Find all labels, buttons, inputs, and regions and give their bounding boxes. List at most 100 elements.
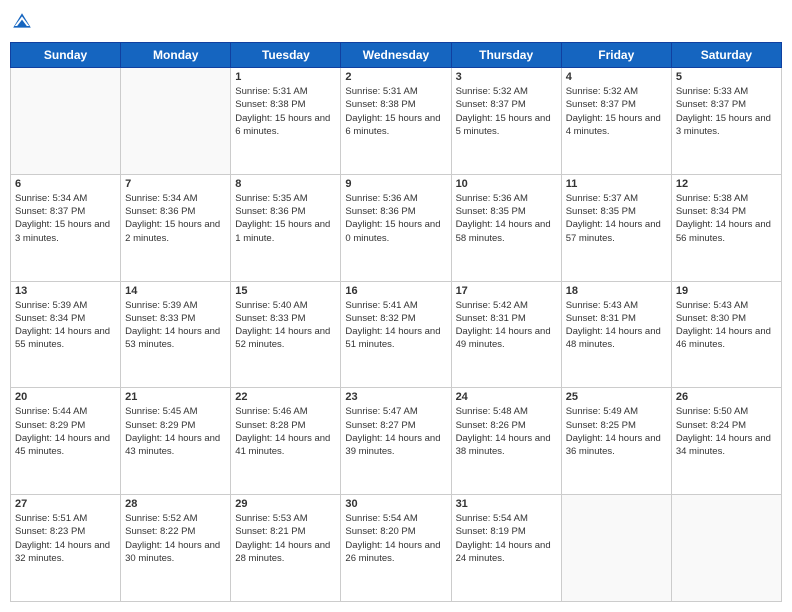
- day-number: 14: [125, 285, 226, 297]
- day-number: 8: [235, 178, 336, 190]
- calendar-cell: 7 Sunrise: 5:34 AMSunset: 8:36 PMDaylight…: [121, 174, 231, 281]
- day-number: 22: [235, 391, 336, 403]
- day-number: 4: [566, 71, 667, 83]
- calendar-cell: 25 Sunrise: 5:49 AMSunset: 8:25 PMDayligh…: [561, 388, 671, 495]
- cell-content: Sunrise: 5:34 AMSunset: 8:36 PMDaylight:…: [125, 192, 226, 245]
- calendar-cell: 22 Sunrise: 5:46 AMSunset: 8:28 PMDayligh…: [231, 388, 341, 495]
- day-number: 26: [676, 391, 777, 403]
- cell-content: Sunrise: 5:32 AMSunset: 8:37 PMDaylight:…: [456, 85, 557, 138]
- cell-content: Sunrise: 5:36 AMSunset: 8:36 PMDaylight:…: [345, 192, 446, 245]
- calendar-cell: 11 Sunrise: 5:37 AMSunset: 8:35 PMDayligh…: [561, 174, 671, 281]
- cell-content: Sunrise: 5:36 AMSunset: 8:35 PMDaylight:…: [456, 192, 557, 245]
- day-number: 11: [566, 178, 667, 190]
- cell-content: Sunrise: 5:44 AMSunset: 8:29 PMDaylight:…: [15, 405, 116, 458]
- day-number: 20: [15, 391, 116, 403]
- weekday-header-friday: Friday: [561, 43, 671, 68]
- cell-content: Sunrise: 5:54 AMSunset: 8:20 PMDaylight:…: [345, 512, 446, 565]
- cell-content: Sunrise: 5:32 AMSunset: 8:37 PMDaylight:…: [566, 85, 667, 138]
- cell-content: Sunrise: 5:45 AMSunset: 8:29 PMDaylight:…: [125, 405, 226, 458]
- day-number: 7: [125, 178, 226, 190]
- cell-content: Sunrise: 5:34 AMSunset: 8:37 PMDaylight:…: [15, 192, 116, 245]
- cell-content: Sunrise: 5:39 AMSunset: 8:34 PMDaylight:…: [15, 299, 116, 352]
- calendar-cell: 17 Sunrise: 5:42 AMSunset: 8:31 PMDayligh…: [451, 281, 561, 388]
- calendar-cell: 29 Sunrise: 5:53 AMSunset: 8:21 PMDayligh…: [231, 495, 341, 602]
- calendar-cell: 18 Sunrise: 5:43 AMSunset: 8:31 PMDayligh…: [561, 281, 671, 388]
- calendar-cell: 6 Sunrise: 5:34 AMSunset: 8:37 PMDaylight…: [11, 174, 121, 281]
- day-number: 5: [676, 71, 777, 83]
- calendar-cell: 5 Sunrise: 5:33 AMSunset: 8:37 PMDaylight…: [671, 68, 781, 175]
- day-number: 16: [345, 285, 446, 297]
- day-number: 17: [456, 285, 557, 297]
- weekday-header-wednesday: Wednesday: [341, 43, 451, 68]
- calendar-cell: 14 Sunrise: 5:39 AMSunset: 8:33 PMDayligh…: [121, 281, 231, 388]
- day-number: 18: [566, 285, 667, 297]
- week-row-0: 1 Sunrise: 5:31 AMSunset: 8:38 PMDaylight…: [11, 68, 782, 175]
- day-number: 30: [345, 498, 446, 510]
- calendar-cell: 10 Sunrise: 5:36 AMSunset: 8:35 PMDayligh…: [451, 174, 561, 281]
- cell-content: Sunrise: 5:42 AMSunset: 8:31 PMDaylight:…: [456, 299, 557, 352]
- cell-content: Sunrise: 5:33 AMSunset: 8:37 PMDaylight:…: [676, 85, 777, 138]
- weekday-header-monday: Monday: [121, 43, 231, 68]
- week-row-1: 6 Sunrise: 5:34 AMSunset: 8:37 PMDaylight…: [11, 174, 782, 281]
- day-number: 29: [235, 498, 336, 510]
- calendar-cell: 15 Sunrise: 5:40 AMSunset: 8:33 PMDayligh…: [231, 281, 341, 388]
- cell-content: Sunrise: 5:49 AMSunset: 8:25 PMDaylight:…: [566, 405, 667, 458]
- page: SundayMondayTuesdayWednesdayThursdayFrid…: [0, 0, 792, 612]
- day-number: 1: [235, 71, 336, 83]
- day-number: 15: [235, 285, 336, 297]
- weekday-header-saturday: Saturday: [671, 43, 781, 68]
- cell-content: Sunrise: 5:31 AMSunset: 8:38 PMDaylight:…: [345, 85, 446, 138]
- day-number: 9: [345, 178, 446, 190]
- cell-content: Sunrise: 5:43 AMSunset: 8:31 PMDaylight:…: [566, 299, 667, 352]
- calendar-cell: 24 Sunrise: 5:48 AMSunset: 8:26 PMDayligh…: [451, 388, 561, 495]
- calendar-cell: 1Sunrise: 5:31 AMSunset: 8:38 PMDaylight…: [231, 68, 341, 175]
- calendar-cell: [671, 495, 781, 602]
- calendar-cell: 26 Sunrise: 5:50 AMSunset: 8:24 PMDayligh…: [671, 388, 781, 495]
- cell-content: Sunrise: 5:40 AMSunset: 8:33 PMDaylight:…: [235, 299, 336, 352]
- calendar-cell: 23Sunrise: 5:47 AMSunset: 8:27 PMDayligh…: [341, 388, 451, 495]
- calendar-cell: 13Sunrise: 5:39 AMSunset: 8:34 PMDayligh…: [11, 281, 121, 388]
- calendar-cell: 28 Sunrise: 5:52 AMSunset: 8:22 PMDayligh…: [121, 495, 231, 602]
- day-number: 28: [125, 498, 226, 510]
- day-number: 3: [456, 71, 557, 83]
- day-number: 10: [456, 178, 557, 190]
- logo-icon: [10, 10, 34, 34]
- cell-content: Sunrise: 5:53 AMSunset: 8:21 PMDaylight:…: [235, 512, 336, 565]
- calendar-cell: 20 Sunrise: 5:44 AMSunset: 8:29 PMDayligh…: [11, 388, 121, 495]
- week-row-4: 27Sunrise: 5:51 AMSunset: 8:23 PMDayligh…: [11, 495, 782, 602]
- day-number: 2: [345, 71, 446, 83]
- cell-content: Sunrise: 5:54 AMSunset: 8:19 PMDaylight:…: [456, 512, 557, 565]
- calendar-cell: 30 Sunrise: 5:54 AMSunset: 8:20 PMDayligh…: [341, 495, 451, 602]
- day-number: 24: [456, 391, 557, 403]
- calendar-cell: [561, 495, 671, 602]
- weekday-header-sunday: Sunday: [11, 43, 121, 68]
- calendar-cell: 4 Sunrise: 5:32 AMSunset: 8:37 PMDaylight…: [561, 68, 671, 175]
- calendar-table: SundayMondayTuesdayWednesdayThursdayFrid…: [10, 42, 782, 602]
- week-row-3: 20 Sunrise: 5:44 AMSunset: 8:29 PMDayligh…: [11, 388, 782, 495]
- calendar-cell: 16Sunrise: 5:41 AMSunset: 8:32 PMDayligh…: [341, 281, 451, 388]
- calendar-cell: 21Sunrise: 5:45 AMSunset: 8:29 PMDayligh…: [121, 388, 231, 495]
- cell-content: Sunrise: 5:46 AMSunset: 8:28 PMDaylight:…: [235, 405, 336, 458]
- cell-content: Sunrise: 5:50 AMSunset: 8:24 PMDaylight:…: [676, 405, 777, 458]
- cell-content: Sunrise: 5:52 AMSunset: 8:22 PMDaylight:…: [125, 512, 226, 565]
- day-number: 25: [566, 391, 667, 403]
- calendar-cell: 2 Sunrise: 5:31 AMSunset: 8:38 PMDaylight…: [341, 68, 451, 175]
- calendar-cell: 12Sunrise: 5:38 AMSunset: 8:34 PMDayligh…: [671, 174, 781, 281]
- day-number: 12: [676, 178, 777, 190]
- calendar-cell: 27Sunrise: 5:51 AMSunset: 8:23 PMDayligh…: [11, 495, 121, 602]
- logo: [10, 10, 38, 34]
- cell-content: Sunrise: 5:37 AMSunset: 8:35 PMDaylight:…: [566, 192, 667, 245]
- cell-content: Sunrise: 5:39 AMSunset: 8:33 PMDaylight:…: [125, 299, 226, 352]
- day-number: 6: [15, 178, 116, 190]
- weekday-header-row: SundayMondayTuesdayWednesdayThursdayFrid…: [11, 43, 782, 68]
- calendar-cell: 9 Sunrise: 5:36 AMSunset: 8:36 PMDaylight…: [341, 174, 451, 281]
- weekday-header-thursday: Thursday: [451, 43, 561, 68]
- cell-content: Sunrise: 5:48 AMSunset: 8:26 PMDaylight:…: [456, 405, 557, 458]
- weekday-header-tuesday: Tuesday: [231, 43, 341, 68]
- day-number: 31: [456, 498, 557, 510]
- cell-content: Sunrise: 5:47 AMSunset: 8:27 PMDaylight:…: [345, 405, 446, 458]
- cell-content: Sunrise: 5:35 AMSunset: 8:36 PMDaylight:…: [235, 192, 336, 245]
- day-number: 19: [676, 285, 777, 297]
- calendar-cell: [11, 68, 121, 175]
- header: [10, 10, 782, 34]
